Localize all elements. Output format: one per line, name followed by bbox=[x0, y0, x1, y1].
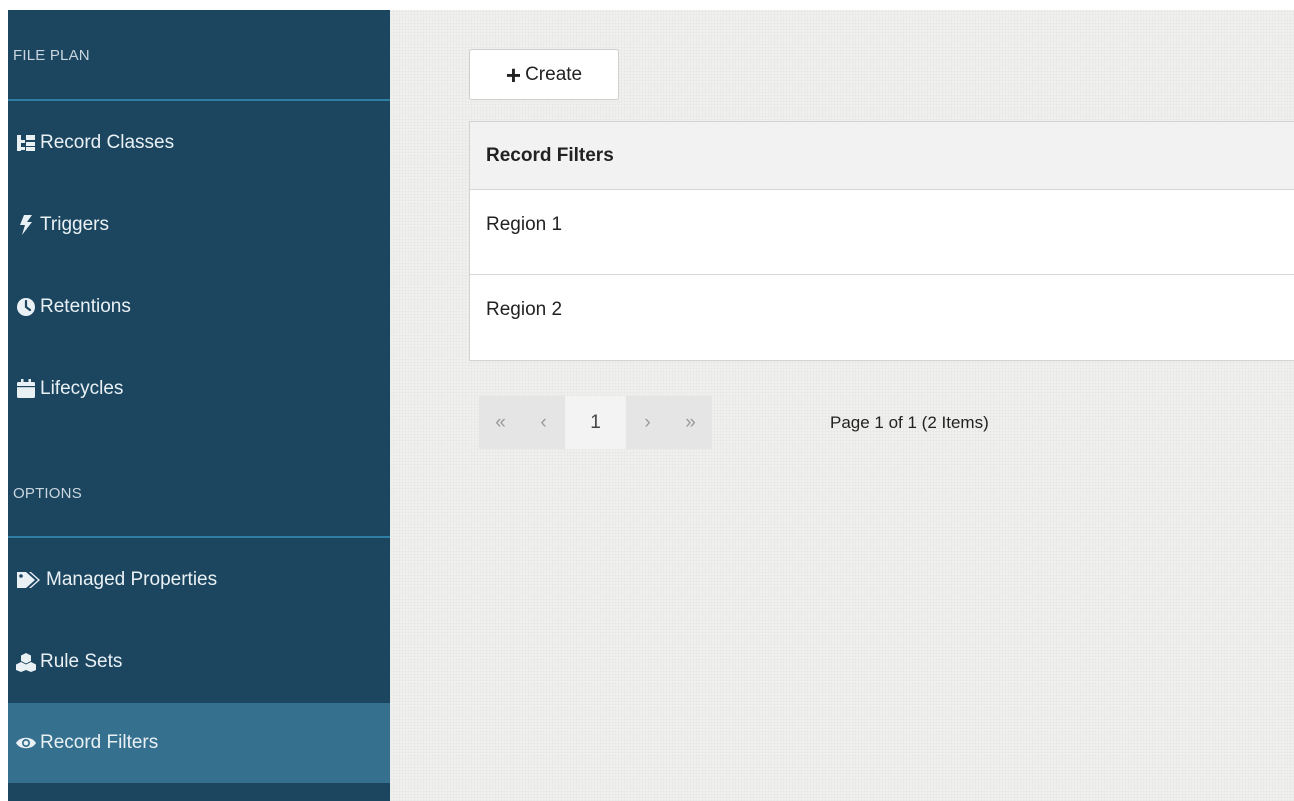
last-page-button[interactable]: » bbox=[669, 396, 712, 449]
table-header: Record Filters bbox=[470, 122, 1294, 190]
pagination: « ‹ 1 › » bbox=[479, 396, 712, 449]
divider bbox=[8, 536, 390, 538]
sidebar-item-rule-sets[interactable]: Rule Sets bbox=[8, 622, 390, 702]
table-row[interactable]: Region 1 bbox=[470, 190, 1294, 275]
section-title-options: OPTIONS bbox=[13, 485, 82, 502]
next-page-button[interactable]: › bbox=[626, 396, 669, 449]
sidebar-item-record-filters[interactable]: Record Filters bbox=[8, 703, 390, 783]
section-title-file-plan: FILE PLAN bbox=[13, 47, 90, 64]
sidebar-item-record-classes[interactable]: Record Classes bbox=[8, 103, 390, 183]
create-button[interactable]: + Create bbox=[469, 49, 619, 100]
clock-icon bbox=[16, 297, 36, 317]
column-header-record-filters[interactable]: Record Filters bbox=[486, 145, 614, 167]
calendar-icon bbox=[16, 379, 36, 399]
first-page-button[interactable]: « bbox=[479, 396, 522, 449]
bolt-icon bbox=[16, 215, 36, 235]
sidebar-item-lifecycles[interactable]: Lifecycles bbox=[8, 349, 390, 429]
sidebar-item-label: Triggers bbox=[40, 214, 109, 235]
sidebar-item-managed-properties[interactable]: Managed Properties bbox=[8, 540, 390, 620]
eye-icon bbox=[16, 733, 36, 753]
plus-icon: + bbox=[505, 59, 522, 90]
sidebar-item-label: Lifecycles bbox=[40, 378, 124, 399]
divider bbox=[8, 99, 390, 101]
record-classes-icon bbox=[16, 133, 36, 153]
sidebar-item-label: Managed Properties bbox=[46, 569, 218, 590]
top-strip bbox=[0, 0, 1294, 10]
sidebar-item-label: Rule Sets bbox=[40, 651, 123, 672]
table-cell: Region 1 bbox=[486, 214, 563, 235]
sidebar: FILE PLAN Record Classes Triggers Retent… bbox=[8, 10, 390, 801]
record-filters-table: Record Filters Region 1 Region 2 bbox=[469, 121, 1294, 361]
cubes-icon bbox=[16, 652, 36, 672]
previous-page-button[interactable]: ‹ bbox=[522, 396, 565, 449]
tags-icon bbox=[16, 570, 42, 590]
table-cell: Region 2 bbox=[486, 299, 563, 320]
create-button-label: Create bbox=[525, 63, 583, 85]
sidebar-item-label: Retentions bbox=[40, 296, 131, 317]
pagination-info: Page 1 of 1 (2 Items) bbox=[830, 413, 989, 432]
sidebar-item-triggers[interactable]: Triggers bbox=[8, 185, 390, 265]
current-page-button[interactable]: 1 bbox=[565, 396, 626, 449]
left-strip bbox=[0, 0, 8, 801]
sidebar-item-label: Record Classes bbox=[40, 132, 175, 153]
sidebar-item-label: Record Filters bbox=[40, 732, 159, 753]
sidebar-item-retentions[interactable]: Retentions bbox=[8, 267, 390, 347]
table-row[interactable]: Region 2 bbox=[470, 275, 1294, 360]
main-content: + Create Record Filters Region 1 Region … bbox=[390, 10, 1294, 801]
